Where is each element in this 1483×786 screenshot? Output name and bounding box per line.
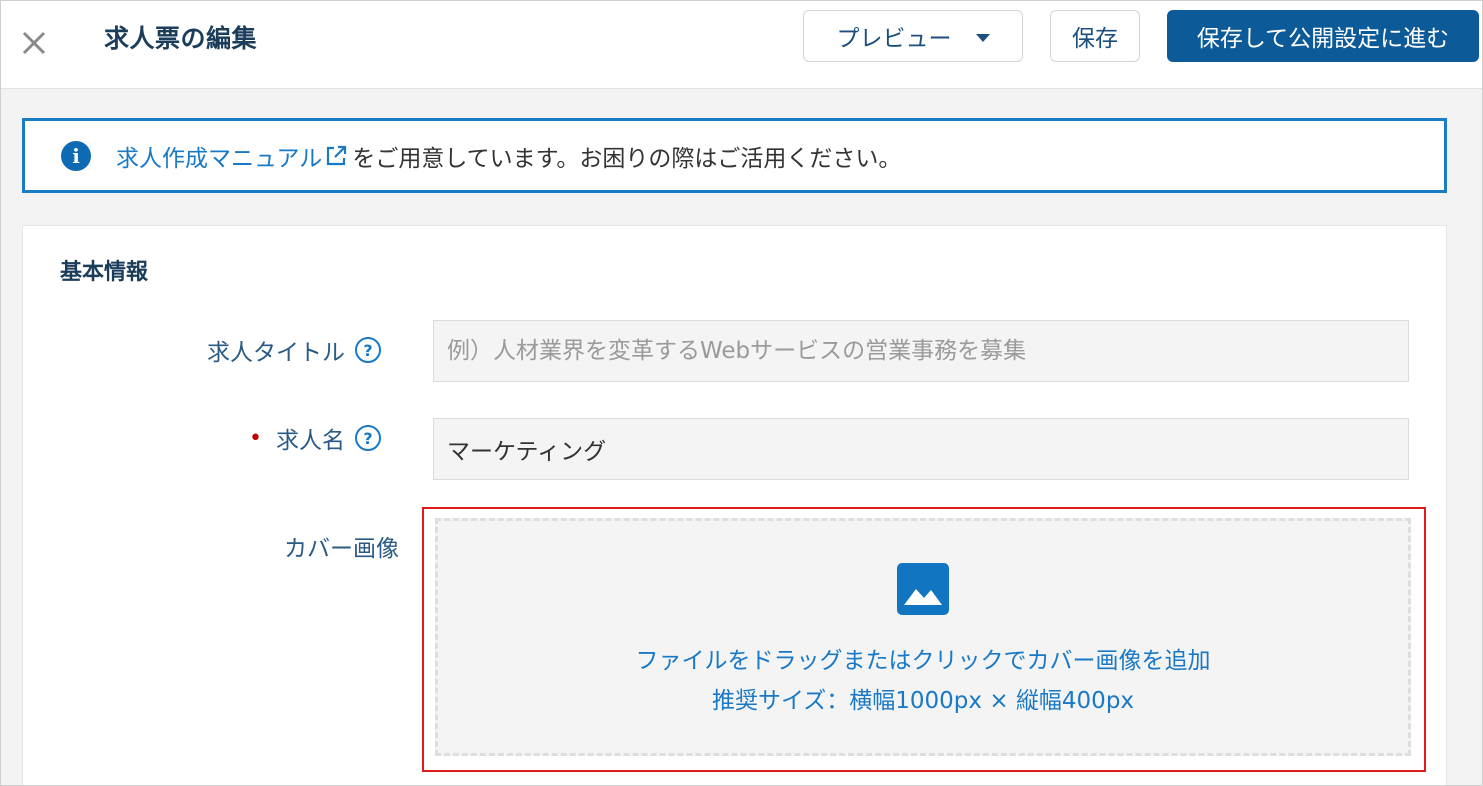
dropzone-instruction: ファイルをドラッグまたはクリックでカバー画像を追加 bbox=[635, 648, 1211, 674]
cover-image-dropzone[interactable]: ファイルをドラッグまたはクリックでカバー画像を追加 推奨サイズ：横幅1000px… bbox=[435, 518, 1411, 756]
editor-window: 求人票の編集 プレビュー 保存 保存して公開設定に進む i 求人作成マニュアル … bbox=[0, 0, 1483, 786]
manual-link-text: 求人作成マニュアル bbox=[116, 145, 323, 172]
job-name-label-row: • 求人名 ? bbox=[123, 421, 381, 455]
close-icon[interactable] bbox=[17, 26, 51, 60]
job-title-label-row: 求人タイトル ? bbox=[123, 333, 381, 367]
dropzone-size-hint: 推奨サイズ：横幅1000px × 縦幅400px bbox=[711, 688, 1135, 714]
chevron-down-icon bbox=[975, 34, 990, 42]
job-name-field[interactable] bbox=[433, 418, 1409, 480]
dropzone-text: ファイルをドラッグまたはクリックでカバー画像を追加 推奨サイズ：横幅1000px… bbox=[636, 641, 1211, 721]
help-icon[interactable]: ? bbox=[355, 337, 381, 363]
job-name-label: 求人名 bbox=[276, 428, 345, 454]
job-title-input[interactable] bbox=[447, 338, 1408, 364]
image-icon bbox=[897, 563, 949, 615]
required-marker: • bbox=[249, 425, 262, 451]
section-title: 基本情報 bbox=[60, 260, 149, 285]
header-bar: 求人票の編集 プレビュー 保存 保存して公開設定に進む bbox=[1, 1, 1482, 89]
publish-button-label: 保存して公開設定に進む bbox=[1196, 26, 1450, 52]
cover-image-label-row: カバー画像 bbox=[123, 529, 399, 563]
basic-info-card: 基本情報 求人タイトル ? • 求人名 ? カバー画像 bbox=[22, 225, 1447, 785]
cover-image-label: カバー画像 bbox=[284, 536, 399, 562]
save-button-label: 保存 bbox=[1072, 26, 1118, 52]
preview-dropdown-button[interactable]: プレビュー bbox=[803, 10, 1023, 62]
external-link-icon bbox=[327, 145, 347, 165]
page-title: 求人票の編集 bbox=[104, 24, 258, 53]
job-name-input[interactable] bbox=[447, 436, 1408, 462]
job-title-field[interactable] bbox=[433, 320, 1409, 382]
job-title-label: 求人タイトル bbox=[207, 340, 345, 366]
preview-button-label: プレビュー bbox=[836, 26, 952, 52]
banner-text: をご用意しています。お困りの際はご活用ください。 bbox=[352, 145, 902, 172]
help-icon[interactable]: ? bbox=[355, 425, 381, 451]
info-banner: i 求人作成マニュアル をご用意しています。お困りの際はご活用ください。 bbox=[22, 118, 1447, 193]
save-button[interactable]: 保存 bbox=[1050, 10, 1140, 62]
info-icon: i bbox=[61, 140, 91, 171]
manual-link[interactable]: 求人作成マニュアル bbox=[116, 139, 352, 173]
save-and-publish-button[interactable]: 保存して公開設定に進む bbox=[1167, 10, 1479, 62]
